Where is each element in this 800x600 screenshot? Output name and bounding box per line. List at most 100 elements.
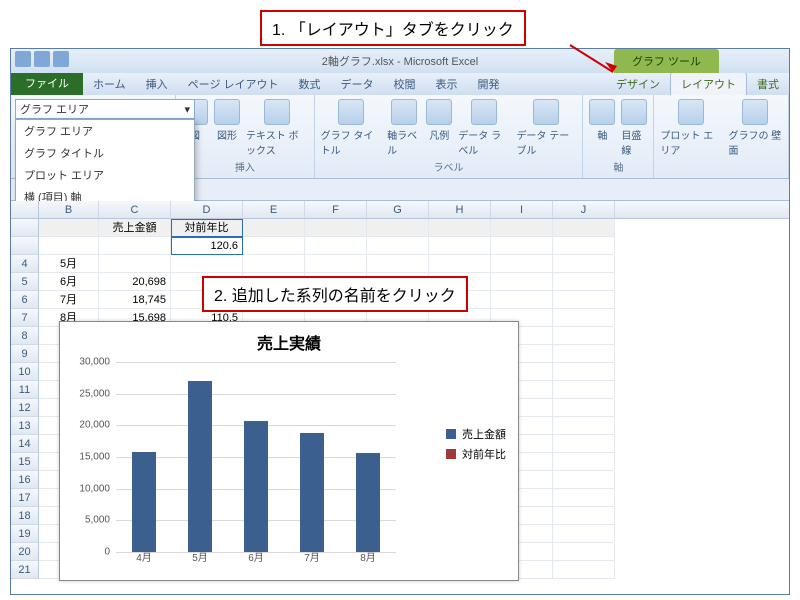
cell[interactable] — [305, 219, 367, 237]
bar-4月[interactable] — [132, 452, 156, 552]
cell[interactable] — [367, 219, 429, 237]
chart-element-combobox[interactable]: グラフ エリア ▾ — [15, 99, 195, 119]
row-header[interactable]: 4 — [11, 255, 39, 273]
col-header-H[interactable]: H — [429, 201, 491, 218]
row-header[interactable]: 12 — [11, 399, 39, 417]
cell[interactable] — [491, 291, 553, 309]
tab-layout[interactable]: レイアウト — [670, 72, 747, 95]
row-header[interactable]: 13 — [11, 417, 39, 435]
cell[interactable] — [429, 219, 491, 237]
row-header[interactable]: 17 — [11, 489, 39, 507]
cell[interactable] — [553, 381, 615, 399]
bar-5月[interactable] — [188, 381, 212, 552]
col-header-J[interactable]: J — [553, 201, 615, 218]
cell[interactable] — [553, 417, 615, 435]
embedded-chart[interactable]: 売上実績 05,00010,00015,00020,00025,00030,00… — [59, 321, 519, 581]
row-header[interactable]: 14 — [11, 435, 39, 453]
chart-title[interactable]: 売上実績 — [60, 322, 518, 358]
cell[interactable] — [553, 399, 615, 417]
col-header-D[interactable]: D — [171, 201, 243, 218]
cell[interactable] — [491, 219, 553, 237]
tab-format[interactable]: 書式 — [747, 73, 789, 95]
tab-review[interactable]: 校閲 — [384, 73, 426, 95]
cell[interactable] — [553, 507, 615, 525]
tab-pagelayout[interactable]: ページ レイアウト — [178, 73, 289, 95]
cell[interactable] — [553, 525, 615, 543]
btn-gridlines[interactable]: 目盛線 — [621, 99, 647, 157]
btn-legend[interactable]: 凡例 — [426, 99, 452, 142]
cell[interactable] — [367, 237, 429, 255]
cell[interactable] — [491, 237, 553, 255]
cell[interactable] — [243, 237, 305, 255]
sel-item-plot-area[interactable]: プロット エリア — [16, 164, 194, 186]
col-header-E[interactable]: E — [243, 201, 305, 218]
cell[interactable]: 7月 — [39, 291, 99, 309]
tab-view[interactable]: 表示 — [426, 73, 468, 95]
cell[interactable] — [491, 255, 553, 273]
cell[interactable] — [305, 255, 367, 273]
worksheet[interactable]: BCDEFGHIJ 売上金額対前年比120.645月56月20,69867月18… — [11, 201, 789, 594]
cell[interactable] — [553, 471, 615, 489]
row-header[interactable]: 11 — [11, 381, 39, 399]
btn-axis-title[interactable]: 軸ラベル — [387, 99, 420, 157]
sel-item-chart-area[interactable]: グラフ エリア — [16, 120, 194, 142]
row-header[interactable]: 5 — [11, 273, 39, 291]
cell[interactable]: 売上金額 — [99, 219, 171, 237]
tab-data[interactable]: データ — [331, 73, 384, 95]
cell[interactable]: 6月 — [39, 273, 99, 291]
cell[interactable] — [243, 219, 305, 237]
row-header[interactable]: 16 — [11, 471, 39, 489]
column-headers[interactable]: BCDEFGHIJ — [11, 201, 789, 219]
cell[interactable] — [243, 255, 305, 273]
bar-7月[interactable] — [300, 433, 324, 552]
col-header-G[interactable]: G — [367, 201, 429, 218]
btn-textbox[interactable]: テキスト ボックス — [246, 99, 308, 157]
bar-8月[interactable] — [356, 453, 380, 552]
btn-plot-area[interactable]: プロット エリア — [660, 99, 722, 157]
legend-item-yoy[interactable]: 対前年比 — [446, 446, 506, 462]
col-header-B[interactable]: B — [39, 201, 99, 218]
cell[interactable] — [553, 489, 615, 507]
cell[interactable] — [491, 273, 553, 291]
cell[interactable] — [171, 255, 243, 273]
cell[interactable]: 120.6 — [171, 237, 243, 255]
chart-plot-area[interactable]: 05,00010,00015,00020,00025,00030,000 — [116, 362, 396, 552]
col-header-F[interactable]: F — [305, 201, 367, 218]
col-header-C[interactable]: C — [99, 201, 171, 218]
cell[interactable]: 20,698 — [99, 273, 171, 291]
cell[interactable] — [553, 561, 615, 579]
bar-6月[interactable] — [244, 421, 268, 552]
row-header[interactable]: 10 — [11, 363, 39, 381]
cell[interactable]: 18,745 — [99, 291, 171, 309]
cell[interactable] — [553, 435, 615, 453]
select-all-corner[interactable] — [11, 201, 39, 218]
cell[interactable]: 対前年比 — [171, 219, 243, 237]
tab-formulas[interactable]: 数式 — [289, 73, 331, 95]
legend-item-sales[interactable]: 売上金額 — [446, 426, 506, 442]
btn-shapes[interactable]: 図形 — [214, 99, 240, 142]
cell[interactable] — [99, 237, 171, 255]
cell[interactable] — [429, 255, 491, 273]
chart-legend[interactable]: 売上金額 対前年比 — [446, 422, 506, 466]
cell[interactable] — [553, 345, 615, 363]
cell[interactable] — [39, 219, 99, 237]
cell[interactable] — [305, 237, 367, 255]
cell[interactable] — [553, 327, 615, 345]
btn-data-table[interactable]: データ テーブル — [516, 99, 576, 157]
tab-home[interactable]: ホーム — [83, 73, 136, 95]
tab-insert[interactable]: 挿入 — [136, 73, 178, 95]
save-icon[interactable] — [34, 51, 50, 67]
row-header[interactable] — [11, 237, 39, 255]
row-header[interactable] — [11, 219, 39, 237]
row-header[interactable]: 20 — [11, 543, 39, 561]
btn-data-label[interactable]: データ ラベル — [458, 99, 510, 157]
cell[interactable] — [553, 291, 615, 309]
quick-access-toolbar[interactable] — [15, 51, 69, 67]
row-header[interactable]: 18 — [11, 507, 39, 525]
cell[interactable] — [429, 237, 491, 255]
row-header[interactable]: 7 — [11, 309, 39, 327]
tab-file[interactable]: ファイル — [11, 71, 83, 95]
cell[interactable] — [553, 453, 615, 471]
tab-developer[interactable]: 開発 — [468, 73, 510, 95]
row-header[interactable]: 8 — [11, 327, 39, 345]
